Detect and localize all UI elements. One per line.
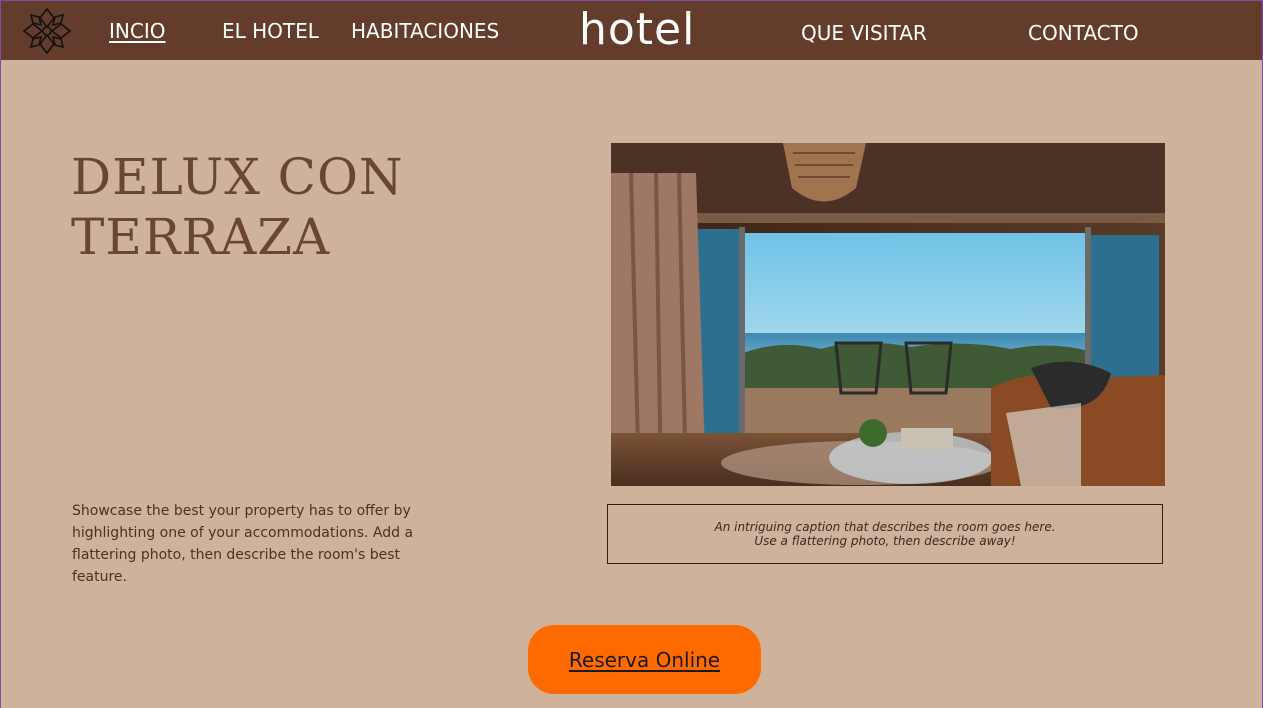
room-photo	[611, 143, 1165, 486]
caption-line-1: An intriguing caption that describes the…	[714, 520, 1056, 534]
room-description: Showcase the best your property has to o…	[72, 503, 414, 585]
nav-link-inicio[interactable]: INCIO	[109, 19, 165, 43]
room-title-line-1: DELUX CON	[71, 148, 404, 206]
brand-wordmark[interactable]: hotel	[579, 4, 695, 56]
room-photo-illustration	[611, 143, 1165, 486]
nav-link-el-hotel[interactable]: EL HOTEL	[222, 19, 319, 43]
top-navbar: INCIO EL HOTEL HABITACIONES hotel QUE VI…	[1, 1, 1262, 60]
room-title: DELUX CON TERRAZA	[71, 147, 491, 267]
photo-caption: An intriguing caption that describes the…	[607, 504, 1163, 564]
caption-line-2: Use a flattering photo, then describe aw…	[754, 534, 1016, 548]
nav-link-contacto[interactable]: CONTACTO	[1028, 21, 1139, 45]
book-online-button[interactable]: Reserva Online	[528, 625, 761, 694]
ornament-logo-icon[interactable]	[21, 6, 73, 56]
room-title-line-2: TERRAZA	[71, 208, 331, 266]
nav-link-habitaciones[interactable]: HABITACIONES	[351, 19, 499, 43]
nav-link-que-visitar[interactable]: QUE VISITAR	[801, 21, 927, 45]
